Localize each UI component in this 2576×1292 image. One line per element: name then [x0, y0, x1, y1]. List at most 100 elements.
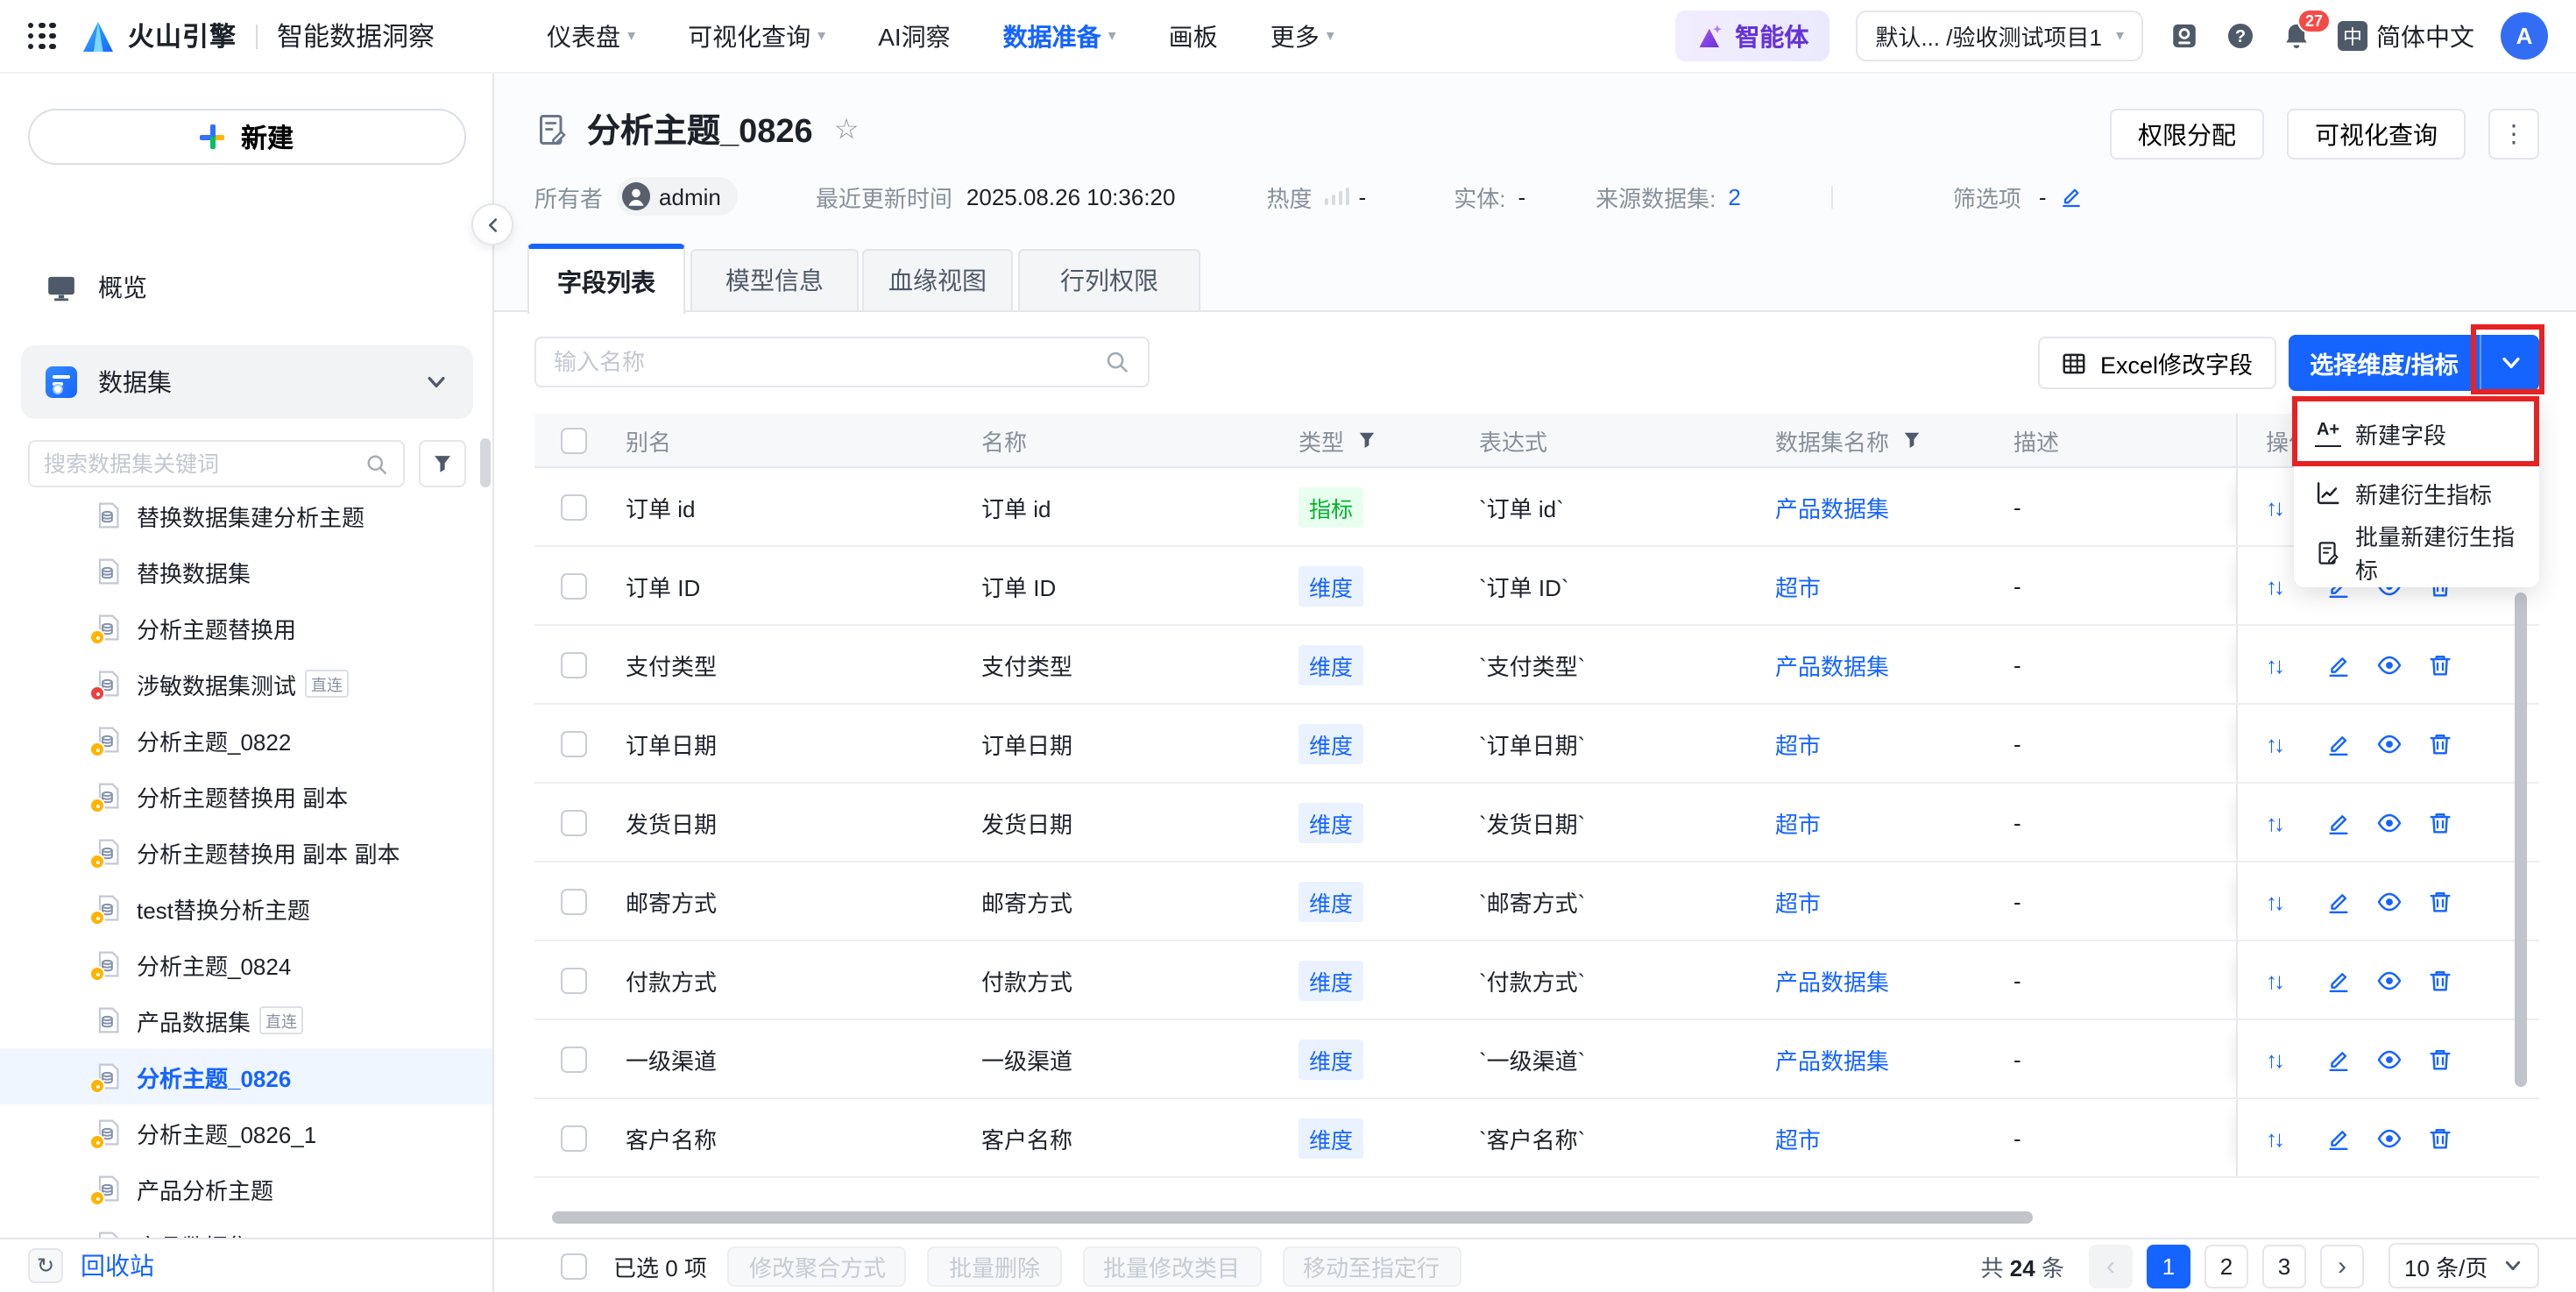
- delete-icon[interactable]: [2427, 888, 2453, 914]
- language-switch[interactable]: 中 简体中文: [2338, 18, 2474, 53]
- batch-modify-category-button[interactable]: 批量修改类目: [1082, 1246, 1262, 1286]
- dataset-list-item[interactable]: 产品数据集 直连: [0, 992, 492, 1048]
- menu-item-dashboard[interactable]: 仪表盘 ▾: [547, 18, 635, 53]
- excel-edit-fields-button[interactable]: Excel修改字段: [2038, 337, 2276, 389]
- dataset-link[interactable]: 产品数据集: [1775, 1042, 1889, 1075]
- brand[interactable]: 火山引擎 智能数据洞察: [81, 18, 435, 54]
- name-search[interactable]: [534, 337, 1150, 387]
- menu-item-new-derived-metric[interactable]: 新建衍生指标: [2294, 463, 2539, 522]
- source-dataset-count[interactable]: 2: [1728, 183, 1740, 209]
- footer-select-all-checkbox[interactable]: [561, 1253, 587, 1279]
- dataset-link[interactable]: 产品数据集: [1775, 963, 1889, 997]
- page-button-3[interactable]: 3: [2262, 1244, 2306, 1288]
- sidebar-item-overview[interactable]: 概览: [21, 252, 473, 323]
- dataset-link[interactable]: 超市: [1775, 884, 1821, 918]
- batch-modify-aggregation-button[interactable]: 修改聚合方式: [727, 1246, 907, 1286]
- delete-icon[interactable]: [2427, 809, 2453, 835]
- edit-icon[interactable]: [2325, 730, 2352, 756]
- move-row-icon[interactable]: ↑↓: [2266, 1125, 2301, 1151]
- menu-item-data-prep[interactable]: 数据准备 ▾: [1003, 18, 1116, 53]
- select-dimension-metric-dropdown-button[interactable]: [2480, 335, 2539, 391]
- next-page-button[interactable]: ›: [2320, 1244, 2364, 1288]
- row-checkbox[interactable]: [561, 651, 587, 678]
- sidebar-item-dataset-group[interactable]: 数据集: [21, 345, 473, 419]
- menu-item-more[interactable]: 更多 ▾: [1270, 18, 1334, 53]
- app-grid-menu-icon[interactable]: [28, 22, 56, 50]
- avatar[interactable]: A: [2501, 12, 2548, 60]
- dataset-search-input[interactable]: [44, 451, 364, 476]
- view-icon[interactable]: [2376, 1046, 2403, 1072]
- menu-item-ai-insight[interactable]: AI洞察: [878, 18, 950, 53]
- notifications[interactable]: 27: [2282, 9, 2331, 51]
- sidebar-scrollbar[interactable]: [480, 438, 491, 487]
- recycle-bin-row[interactable]: ↻ 回收站: [0, 1238, 492, 1292]
- sidebar-collapse-button[interactable]: [471, 203, 513, 245]
- dataset-link[interactable]: 产品数据集: [1775, 490, 1889, 523]
- dataset-link[interactable]: 超市: [1775, 806, 1821, 839]
- row-checkbox[interactable]: [561, 1046, 587, 1072]
- edit-icon[interactable]: [2325, 809, 2352, 835]
- batch-delete-button[interactable]: 批量删除: [927, 1246, 1061, 1286]
- edit-icon[interactable]: [2325, 1125, 2352, 1151]
- view-icon[interactable]: [2376, 967, 2403, 993]
- move-to-row-button[interactable]: 移动至指定行: [1282, 1246, 1461, 1286]
- horizontal-scrollbar[interactable]: [552, 1211, 2033, 1224]
- delete-icon[interactable]: [2427, 730, 2453, 756]
- dataset-list-item-selected[interactable]: 分析主题_0826: [0, 1048, 492, 1104]
- dataset-list-item[interactable]: 分析主题替换用: [0, 600, 492, 656]
- row-checkbox[interactable]: [561, 809, 587, 835]
- row-checkbox[interactable]: [561, 1125, 587, 1151]
- dataset-link[interactable]: 超市: [1775, 1121, 1821, 1154]
- move-row-icon[interactable]: ↑↓: [2266, 1046, 2301, 1072]
- permission-button[interactable]: 权限分配: [2110, 109, 2264, 160]
- dataset-list-item[interactable]: test替换分析主题: [0, 880, 492, 936]
- page-button-2[interactable]: 2: [2204, 1244, 2248, 1288]
- view-icon[interactable]: [2376, 730, 2403, 756]
- menu-item-batch-derived-metric[interactable]: 批量新建衍生指标: [2294, 522, 2539, 584]
- tab-lineage-view[interactable]: 血缘视图: [862, 249, 1013, 312]
- move-row-icon[interactable]: ↑↓: [2266, 651, 2301, 678]
- move-row-icon[interactable]: ↑↓: [2266, 730, 2301, 756]
- edit-icon[interactable]: [2325, 651, 2352, 678]
- row-checkbox[interactable]: [561, 493, 587, 520]
- tab-row-col-perm[interactable]: 行列权限: [1018, 249, 1200, 312]
- view-icon[interactable]: [2376, 888, 2403, 914]
- delete-icon[interactable]: [2427, 1046, 2453, 1072]
- edit-icon[interactable]: [2325, 1046, 2352, 1072]
- edit-icon[interactable]: [2325, 888, 2352, 914]
- console-icon[interactable]: [2169, 21, 2199, 51]
- dataset-list-item[interactable]: 分析主题_0824: [0, 936, 492, 992]
- move-row-icon[interactable]: ↑↓: [2266, 809, 2301, 835]
- vertical-scrollbar[interactable]: [2515, 593, 2527, 1087]
- page-size-select[interactable]: 10 条/页: [2388, 1243, 2539, 1288]
- dataset-list-item[interactable]: 产品分析主题: [0, 1161, 492, 1217]
- move-row-icon[interactable]: ↑↓: [2266, 888, 2301, 914]
- delete-icon[interactable]: [2427, 967, 2453, 993]
- move-row-icon[interactable]: ↑↓: [2266, 967, 2301, 993]
- menu-item-visual-query[interactable]: 可视化查询 ▾: [688, 18, 825, 53]
- more-actions-button[interactable]: ⋮: [2488, 109, 2539, 160]
- dataset-list-item[interactable]: 分析主题替换用 副本: [0, 768, 492, 824]
- dataset-link[interactable]: 超市: [1775, 569, 1821, 602]
- dataset-list-item[interactable]: 替换数据集: [0, 543, 492, 600]
- select-dimension-metric-button[interactable]: 选择维度/指标: [2289, 335, 2480, 391]
- favorite-star-icon[interactable]: ☆: [834, 111, 860, 146]
- row-checkbox[interactable]: [561, 967, 587, 993]
- dataset-list-item[interactable]: 分析主题_0826_1: [0, 1104, 492, 1161]
- view-icon[interactable]: [2376, 651, 2403, 678]
- row-checkbox[interactable]: [561, 572, 587, 599]
- tab-field-list[interactable]: 字段列表: [527, 244, 685, 314]
- tab-model-info[interactable]: 模型信息: [690, 249, 859, 312]
- dataset-filter-icon[interactable]: [1901, 429, 1922, 451]
- delete-icon[interactable]: [2427, 651, 2453, 678]
- dataset-list-item[interactable]: 涉敏数据集测试 直连: [0, 656, 492, 712]
- name-search-input[interactable]: [554, 349, 1104, 375]
- visual-query-button[interactable]: 可视化查询: [2287, 109, 2466, 160]
- menu-item-canvas[interactable]: 画板: [1169, 18, 1218, 53]
- prev-page-button[interactable]: ‹: [2089, 1244, 2133, 1288]
- owner-pill[interactable]: admin: [617, 177, 739, 216]
- dataset-list-item[interactable]: 分析主题替换用 副本 副本: [0, 824, 492, 880]
- menu-item-new-field[interactable]: A+ 新建字段: [2294, 403, 2539, 463]
- dataset-list-item[interactable]: 分析主题_0822: [0, 712, 492, 768]
- help-icon[interactable]: [2226, 21, 2255, 51]
